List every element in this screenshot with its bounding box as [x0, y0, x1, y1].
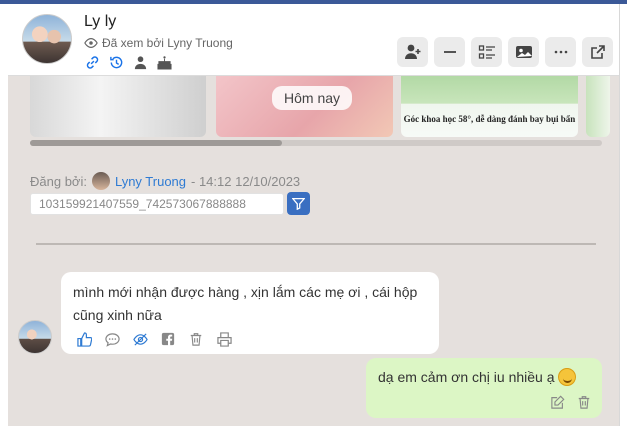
add-user-button[interactable] [397, 37, 428, 67]
smile-emoji-icon [557, 368, 576, 386]
right-edge-strip [619, 4, 627, 426]
cake-icon[interactable] [156, 54, 172, 70]
hide-icon[interactable] [132, 331, 148, 347]
outgoing-message-text: dạ em cảm ơn chị iu nhiều ạ [378, 369, 555, 385]
sender-avatar [18, 320, 52, 354]
date-chip: Hôm nay [272, 86, 353, 110]
minus-icon [443, 51, 456, 53]
posted-by: Đăng bởi: Lyny Truong - 14:12 12/10/2023 [30, 172, 300, 190]
user-icon[interactable] [132, 54, 148, 70]
chat-area: Góc khoa học 58°, dễ dàng đánh bay bụi b… [8, 62, 619, 426]
list-button[interactable] [471, 37, 502, 67]
print-icon[interactable] [216, 331, 232, 347]
divider [36, 243, 596, 245]
gallery-image-caption: Góc khoa học 58°, dễ dàng đánh bay bụi b… [403, 114, 576, 124]
comment-icon[interactable] [104, 331, 120, 347]
message-actions [76, 331, 232, 347]
minimize-button[interactable] [434, 37, 465, 67]
seen-status: Đã xem bởi Lyny Truong [84, 36, 233, 50]
more-button[interactable] [545, 37, 576, 67]
trash-icon[interactable] [188, 331, 204, 347]
history-icon[interactable] [108, 54, 124, 70]
header-toolbar [397, 37, 613, 67]
outgoing-actions [550, 394, 592, 410]
incoming-message-text: mình mới nhận được hàng , xịn lắm các mẹ… [73, 284, 418, 323]
facebook-icon[interactable] [160, 331, 176, 347]
page-title: Ly ly [84, 13, 117, 30]
eye-icon [84, 38, 98, 48]
more-icon [554, 50, 567, 54]
outgoing-message: dạ em cảm ơn chị iu nhiều ạ [366, 358, 602, 418]
add-user-icon [404, 44, 420, 59]
seen-by-text: Đã xem bởi Lyny Truong [102, 36, 233, 50]
header-quick-icons [84, 54, 172, 70]
like-icon[interactable] [76, 331, 92, 347]
posted-by-label: Đăng bởi: [30, 173, 87, 189]
author-link[interactable]: Lyny Truong [115, 174, 186, 189]
external-link-icon [590, 45, 605, 59]
author-avatar [91, 172, 110, 190]
incoming-message: mình mới nhận được hàng , xịn lắm các mẹ… [61, 272, 439, 354]
link-icon[interactable] [84, 54, 100, 70]
avatar[interactable] [22, 14, 72, 64]
gallery-scrollbar[interactable] [30, 140, 602, 146]
trash-icon[interactable] [576, 394, 592, 410]
post-id-field[interactable]: 103159921407559_742573067888888 [30, 193, 284, 215]
scrollbar-thumb[interactable] [30, 140, 282, 146]
chat-header: Ly ly Đã xem bởi Lyny Truong [8, 4, 619, 76]
media-button[interactable] [508, 37, 539, 67]
photo-icon [515, 46, 532, 58]
open-external-button[interactable] [582, 37, 613, 67]
filter-button[interactable] [287, 192, 310, 215]
filter-icon [292, 197, 305, 210]
post-time: - 14:12 12/10/2023 [191, 173, 301, 189]
edit-icon[interactable] [550, 394, 566, 410]
outgoing-message-row: dạ em cảm ơn chị iu nhiều ạ [378, 366, 590, 388]
list-icon [478, 45, 495, 59]
